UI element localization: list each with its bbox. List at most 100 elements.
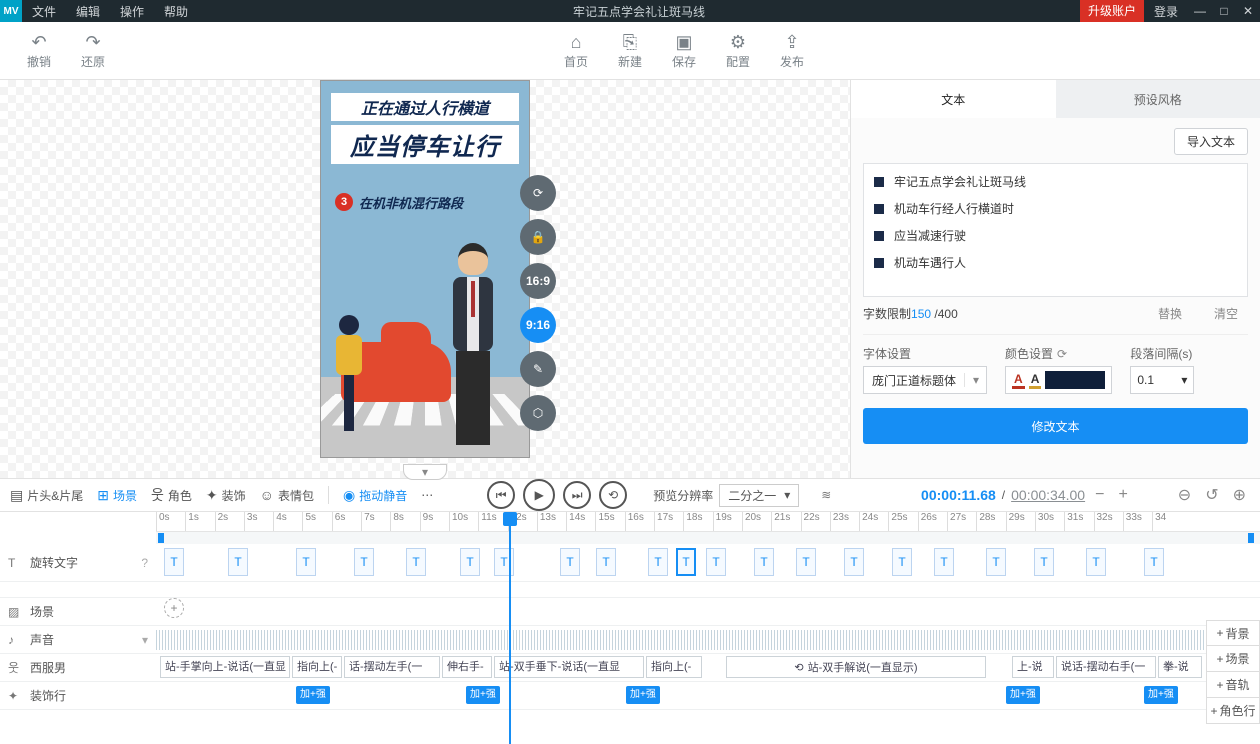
- zoom-reset-icon[interactable]: ↺: [1201, 485, 1222, 505]
- menu-edit[interactable]: 编辑: [66, 3, 110, 20]
- menu-file[interactable]: 文件: [22, 3, 66, 20]
- login-button[interactable]: 登录: [1144, 3, 1188, 20]
- font-select[interactable]: 庞门正道标题体▾: [863, 366, 987, 394]
- track-body[interactable]: 站-手掌向上-说话(一直显指向上(-话-摆动左手(一伸右手-站-双手垂下-说话(…: [156, 654, 1260, 681]
- maximize-icon[interactable]: □: [1212, 4, 1236, 18]
- preview-canvas[interactable]: 正在通过人行横道 应当停车让行 3 在机非机混行路段: [320, 80, 530, 458]
- text-color-b-icon[interactable]: A: [1029, 372, 1042, 389]
- text-clip[interactable]: T: [892, 548, 912, 576]
- range-bar[interactable]: [156, 532, 1260, 544]
- undo-button[interactable]: ↶ 撤销: [12, 31, 66, 70]
- track-body[interactable]: +: [156, 598, 1260, 625]
- add-scene-button[interactable]: + 场景: [1206, 646, 1260, 672]
- track-body[interactable]: 加+强 加+强 加+强 加+强 加+强: [156, 682, 1260, 709]
- layers-icon[interactable]: ≋: [821, 488, 831, 502]
- char-clip-stand[interactable]: ⟲站-双手解说(一直显示): [726, 656, 986, 678]
- text-item[interactable]: 应当减速行驶: [872, 222, 1239, 249]
- range-handle-right[interactable]: [1248, 533, 1254, 543]
- settings-icon[interactable]: ⬡: [520, 395, 556, 431]
- loop-button[interactable]: ⟲: [599, 481, 627, 509]
- time-plus-icon[interactable]: +: [1114, 486, 1131, 504]
- deco-clip[interactable]: 加+强: [296, 686, 330, 704]
- deco-clip[interactable]: 加+强: [626, 686, 660, 704]
- char-clip[interactable]: 拳-说: [1158, 656, 1202, 678]
- char-clip[interactable]: 指向上(-: [292, 656, 342, 678]
- text-clip[interactable]: T: [676, 548, 696, 576]
- close-icon[interactable]: ✕: [1236, 4, 1260, 18]
- config-button[interactable]: ⚙配置: [711, 31, 765, 70]
- deco-clip[interactable]: 加+强: [1144, 686, 1178, 704]
- home-button[interactable]: ⌂首页: [549, 31, 603, 70]
- refresh-icon[interactable]: ⟳: [1057, 347, 1067, 361]
- text-clip[interactable]: T: [986, 548, 1006, 576]
- total-time[interactable]: 00:00:34.00: [1011, 487, 1085, 503]
- text-clip[interactable]: T: [1034, 548, 1054, 576]
- help-icon[interactable]: ?: [141, 556, 148, 570]
- scene-button[interactable]: ⊞场景: [97, 487, 137, 504]
- text-clip[interactable]: T: [648, 548, 668, 576]
- edit-icon[interactable]: ✎: [520, 351, 556, 387]
- char-clip[interactable]: 上-说: [1012, 656, 1054, 678]
- canvas-area[interactable]: 正在通过人行横道 应当停车让行 3 在机非机混行路段 ⟳ 🔒 16:9 9:16…: [0, 80, 850, 478]
- text-clip[interactable]: T: [406, 548, 426, 576]
- add-role-button[interactable]: + 角色行: [1206, 698, 1260, 724]
- track-body[interactable]: 🔇: [156, 626, 1260, 653]
- minimize-icon[interactable]: —: [1188, 4, 1212, 18]
- add-scene-button[interactable]: +: [164, 598, 184, 618]
- gap-spinner[interactable]: 0.1▾: [1130, 366, 1194, 394]
- role-button[interactable]: 웃角色: [151, 485, 192, 505]
- text-color-a-icon[interactable]: A: [1012, 372, 1025, 389]
- time-ruler[interactable]: 0s1s2s3s4s5s6s7s8s9s10s11s12s13s14s15s16…: [156, 512, 1260, 532]
- text-clip[interactable]: T: [796, 548, 816, 576]
- range-handle-left[interactable]: [158, 533, 164, 543]
- time-minus-icon[interactable]: −: [1091, 486, 1108, 504]
- text-clip[interactable]: T: [560, 548, 580, 576]
- text-clip[interactable]: T: [596, 548, 616, 576]
- new-button[interactable]: ⎘新建: [603, 31, 657, 70]
- upgrade-button[interactable]: 升级账户: [1080, 0, 1144, 22]
- add-audio-button[interactable]: + 音轨: [1206, 672, 1260, 698]
- preview-rate-select[interactable]: 二分之一▾: [719, 484, 799, 507]
- add-bg-button[interactable]: + 背景: [1206, 620, 1260, 646]
- deco-clip[interactable]: 加+强: [466, 686, 500, 704]
- text-clip[interactable]: T: [1086, 548, 1106, 576]
- deco-clip[interactable]: 加+强: [1006, 686, 1040, 704]
- playhead[interactable]: [509, 512, 511, 744]
- text-clip[interactable]: T: [1144, 548, 1164, 576]
- text-clip[interactable]: T: [354, 548, 374, 576]
- tab-preset[interactable]: 预设风格: [1056, 80, 1260, 118]
- prev-button[interactable]: ⏮: [487, 481, 515, 509]
- char-clip[interactable]: 指向上(-: [646, 656, 702, 678]
- import-text-button[interactable]: 导入文本: [1174, 128, 1248, 155]
- emoji-button[interactable]: ☺表情包: [260, 487, 314, 504]
- next-button[interactable]: ⏭: [563, 481, 591, 509]
- color-swatch[interactable]: [1045, 371, 1105, 389]
- ratio-16-9-button[interactable]: 16:9: [520, 263, 556, 299]
- zoom-out-icon[interactable]: ⊖: [1174, 485, 1195, 505]
- text-list[interactable]: 牢记五点学会礼让斑马线 机动车行经人行横道时 应当减速行驶 机动车遇行人: [863, 163, 1248, 297]
- ratio-9-16-button[interactable]: 9:16: [520, 307, 556, 343]
- text-clip[interactable]: T: [228, 548, 248, 576]
- dragmute-toggle[interactable]: ◉拖动静音: [343, 487, 407, 504]
- panel-collapse-handle[interactable]: ▾: [403, 464, 447, 480]
- text-clip[interactable]: T: [164, 548, 184, 576]
- text-item[interactable]: 机动车行经人行横道时: [872, 195, 1239, 222]
- modify-text-button[interactable]: 修改文本: [863, 408, 1248, 444]
- play-button[interactable]: ▶: [523, 479, 555, 511]
- track-body[interactable]: TTTTTTTTTTTTTTTTTTTTT: [156, 544, 1260, 581]
- color-select[interactable]: A A: [1005, 366, 1112, 394]
- waveform[interactable]: [156, 630, 1260, 650]
- text-clip[interactable]: T: [494, 548, 514, 576]
- refresh-icon[interactable]: ⟳: [520, 175, 556, 211]
- text-clip[interactable]: T: [296, 548, 316, 576]
- text-clip[interactable]: T: [934, 548, 954, 576]
- lock-icon[interactable]: 🔒: [520, 219, 556, 255]
- headtail-button[interactable]: ▤片头&片尾: [10, 487, 83, 504]
- menu-help[interactable]: 帮助: [154, 3, 198, 20]
- char-clip[interactable]: 说话-摆动右手(一: [1056, 656, 1156, 678]
- deco-button[interactable]: ✦装饰: [206, 487, 246, 504]
- redo-button[interactable]: ↷ 还原: [66, 31, 120, 70]
- publish-button[interactable]: ⇪发布: [765, 31, 819, 70]
- text-clip[interactable]: T: [460, 548, 480, 576]
- char-clip[interactable]: 话-摆动左手(一: [344, 656, 440, 678]
